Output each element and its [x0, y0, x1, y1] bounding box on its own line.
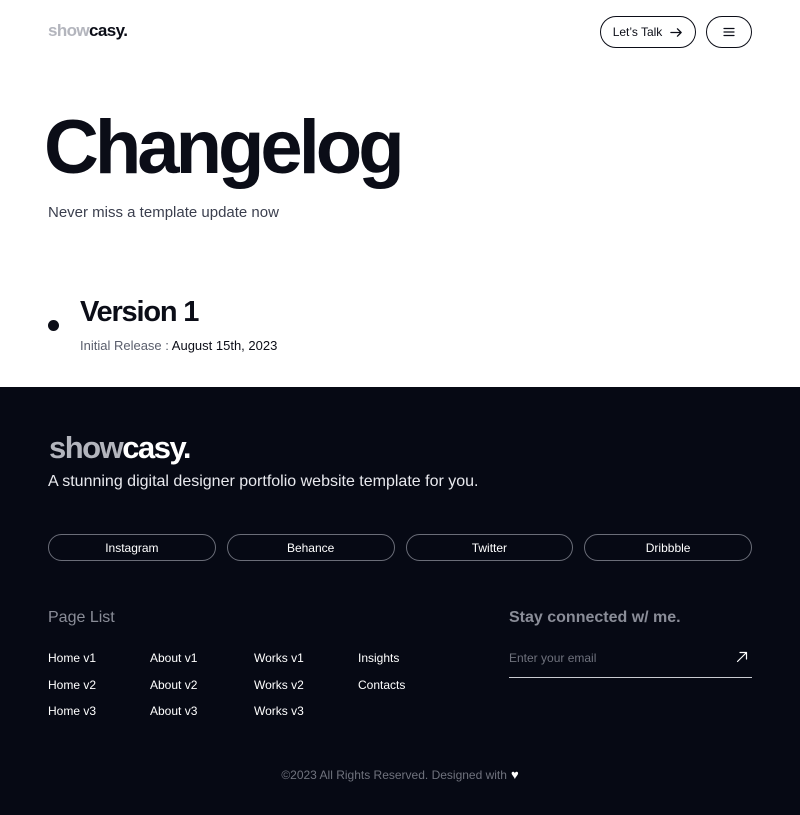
footer-logo[interactable]: showcasy.	[49, 430, 192, 466]
logo-casy: casy.	[89, 21, 128, 40]
social-twitter-button[interactable]: Twitter	[405, 534, 574, 561]
copyright: ©2023 All Rights Reserved. Designed with…	[0, 767, 800, 782]
link-about-v1[interactable]: About v1	[150, 651, 197, 665]
email-input[interactable]	[509, 648, 724, 668]
footer-tagline: A stunning digital designer portfolio we…	[48, 473, 479, 490]
version-date: August 15th, 2023	[171, 338, 278, 353]
footer-logo-show: show	[49, 430, 124, 465]
link-works-v2[interactable]: Works v2	[254, 678, 304, 692]
link-home-v3[interactable]: Home v3	[48, 704, 96, 718]
version-meta-label: Initial Release :	[80, 338, 169, 353]
site-logo[interactable]: showcasy.	[48, 21, 128, 41]
email-underline	[509, 677, 752, 678]
site-footer: showcasy. A stunning digital designer po…	[0, 387, 800, 815]
version-title: Version 1	[80, 296, 199, 328]
arrow-up-right-icon	[736, 651, 748, 663]
social-links: Instagram Behance Twitter Dribbble	[48, 534, 752, 561]
heart-icon: ♥	[510, 767, 519, 782]
link-about-v2[interactable]: About v2	[150, 678, 197, 692]
stay-connected-title: Stay connected w/ me.	[509, 609, 681, 626]
menu-button[interactable]	[706, 16, 752, 48]
logo-show: show	[48, 21, 90, 40]
page-list-title: Page List	[48, 609, 115, 626]
link-home-v1[interactable]: Home v1	[48, 651, 96, 665]
timeline-bullet	[48, 320, 59, 331]
social-behance-button[interactable]: Behance	[226, 534, 395, 561]
footer-logo-casy: casy.	[122, 430, 191, 465]
page-title: Changelog	[44, 105, 405, 190]
link-about-v3[interactable]: About v3	[150, 704, 197, 718]
link-contacts[interactable]: Contacts	[358, 678, 405, 692]
link-insights[interactable]: Insights	[358, 651, 399, 665]
social-instagram-button[interactable]: Instagram	[48, 534, 216, 561]
hamburger-menu-icon	[723, 27, 735, 37]
site-header: showcasy. Let’s Talk	[0, 0, 800, 64]
copyright-text: ©2023 All Rights Reserved. Designed with	[281, 768, 507, 782]
arrow-right-icon	[670, 27, 683, 37]
page-subtitle: Never miss a template update now	[48, 204, 279, 221]
link-works-v1[interactable]: Works v1	[254, 651, 304, 665]
lets-talk-label: Let’s Talk	[612, 25, 663, 39]
email-submit-button[interactable]	[736, 650, 750, 664]
version-meta: Initial Release : August 15th, 2023	[80, 338, 277, 353]
social-dribbble-button[interactable]: Dribbble	[584, 534, 752, 561]
lets-talk-button[interactable]: Let’s Talk	[600, 16, 696, 48]
link-home-v2[interactable]: Home v2	[48, 678, 96, 692]
link-works-v3[interactable]: Works v3	[254, 704, 304, 718]
